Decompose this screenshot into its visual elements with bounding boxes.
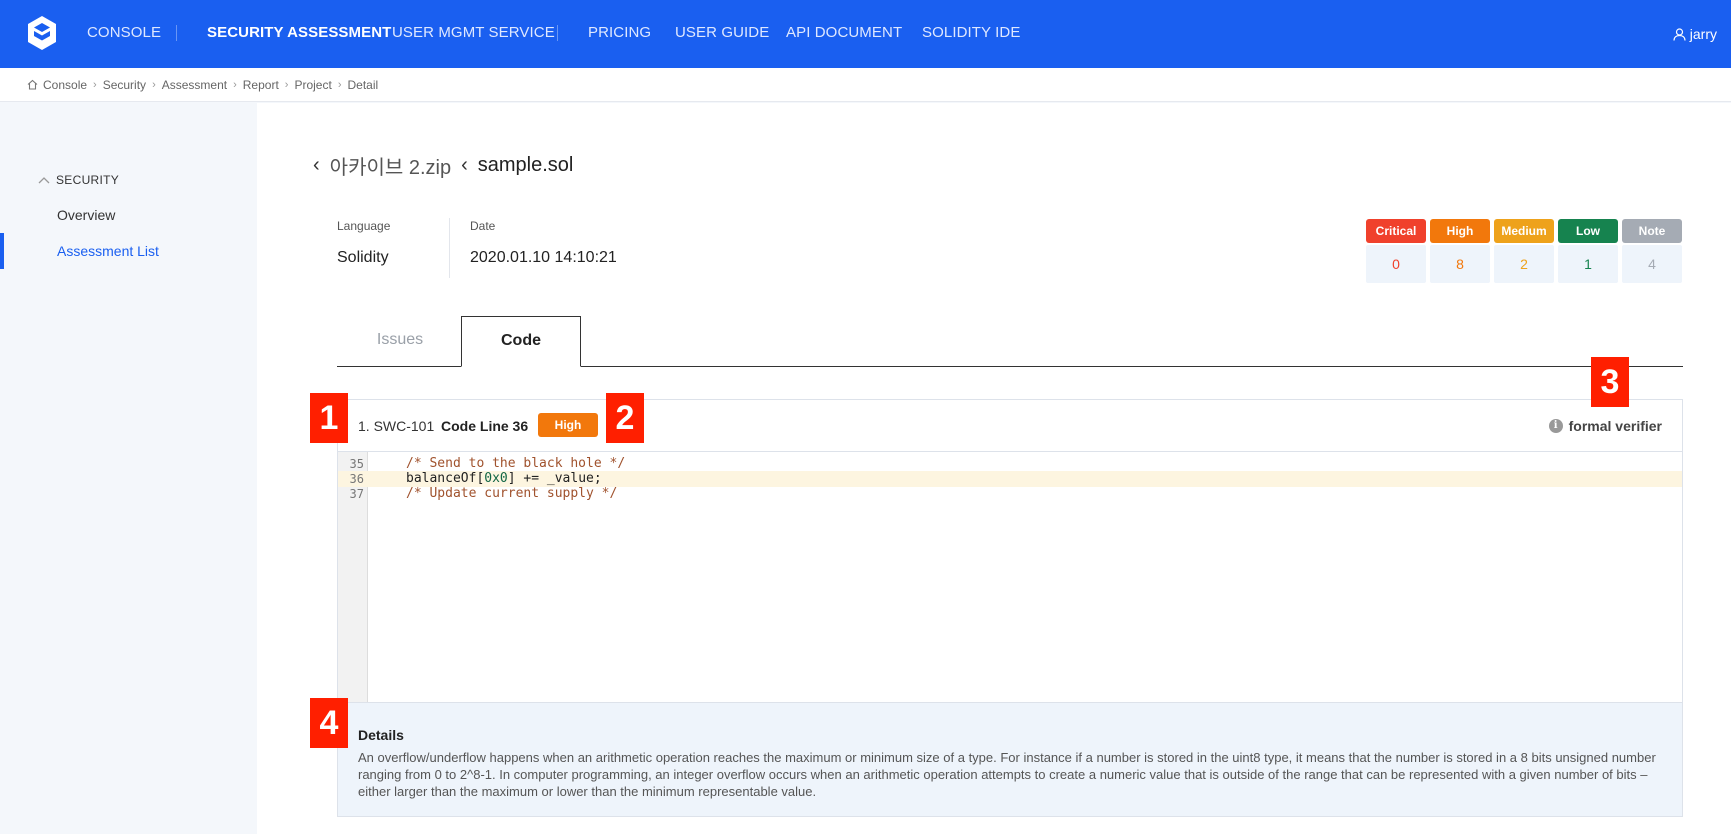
language-value: Solidity [337, 249, 389, 266]
language-label: Language [337, 219, 391, 233]
date-label: Date [470, 219, 496, 233]
title-parent-archive[interactable]: 아카이브 2.zip [330, 151, 451, 180]
sidebar-section-security[interactable]: SECURITY [38, 173, 119, 187]
nav-user-mgmt-service[interactable]: USER MGMT SERVICE [392, 0, 555, 68]
issue-id: 1. SWC-101 [358, 418, 435, 434]
line-number: 37 [349, 487, 364, 501]
nav-separator [176, 25, 177, 41]
severity-badge: High [538, 413, 598, 437]
user-menu[interactable]: jarry [1673, 0, 1717, 68]
title-file-name: sample.sol [477, 154, 574, 176]
sidebar-item-overview[interactable]: Overview [57, 207, 115, 223]
breadcrumb: Console › Security › Assessment › Report… [0, 68, 1731, 102]
breadcrumb-report[interactable]: Report [243, 78, 279, 92]
code-text: /* Send to the black hole */ [406, 456, 626, 471]
details-text: An overflow/underflow happens when an ar… [358, 750, 1656, 799]
severity-label: Note [1622, 219, 1682, 243]
meta-divider [449, 218, 450, 278]
code-line: 35 /* Send to the black hole */ [338, 456, 1682, 472]
code-token-number: 0x0 [484, 471, 508, 486]
nav-pricing[interactable]: PRICING [588, 0, 651, 68]
formal-verifier-label: formal verifier [1568, 418, 1662, 434]
code-line: 37 /* Update current supply */ [338, 486, 1682, 502]
severity-count: 1 [1558, 245, 1618, 283]
line-number: 36 [349, 472, 364, 486]
severity-label: Low [1558, 219, 1618, 243]
sidebar-active-indicator [0, 233, 4, 269]
severity-count: 2 [1494, 245, 1554, 283]
severity-count: 0 [1366, 245, 1426, 283]
date-value: 2020.01.10 14:10:21 [470, 249, 617, 266]
issue-code-line: Code Line 36 [441, 418, 529, 434]
annotation-marker-3: 3 [1591, 357, 1629, 407]
tab-issues[interactable]: Issues [337, 316, 463, 367]
line-number: 35 [349, 457, 364, 471]
chevron-right-icon: › [284, 78, 289, 91]
breadcrumb-console[interactable]: Console [43, 78, 87, 92]
nav-api-document[interactable]: API DOCUMENT [786, 0, 902, 68]
sidebar-item-assessment-list[interactable]: Assessment List [57, 243, 159, 259]
chevron-right-icon: › [233, 78, 237, 91]
code-viewer[interactable]: 35 /* Send to the black hole */ 36 balan… [338, 452, 1682, 702]
severity-critical: Critical 0 [1366, 219, 1426, 283]
user-name: jarry [1689, 26, 1717, 42]
annotation-marker-4: 4 [310, 698, 348, 748]
page-title: ‹ 아카이브 2.zip ‹ sample.sol [313, 151, 573, 180]
nav-security-assessment[interactable]: SECURITY ASSESSMENT [207, 0, 391, 68]
details-title: Details [358, 727, 404, 743]
nav-separator [557, 25, 558, 41]
breadcrumb-project[interactable]: Project [294, 78, 331, 92]
main-content: ‹ 아카이브 2.zip ‹ sample.sol Language Solid… [257, 103, 1731, 834]
breadcrumb-detail: Detail [347, 77, 379, 92]
logo-icon[interactable] [26, 15, 58, 51]
chevron-right-icon: › [93, 78, 97, 91]
code-line-highlighted: 36 balanceOf[0x0] += _value; [338, 471, 1682, 487]
back-chevron-icon[interactable]: ‹ [313, 154, 320, 177]
code-text: balanceOf[0x0] += _value; [406, 471, 602, 487]
severity-count: 8 [1430, 245, 1490, 283]
issue-header: 1. SWC-101 Code Line 36 High i formal ve… [338, 400, 1682, 452]
chevron-right-icon: › [152, 78, 156, 91]
severity-count: 4 [1622, 245, 1682, 283]
breadcrumb-security[interactable]: Security [103, 78, 146, 92]
details-section: Details An overflow/underflow happens wh… [338, 702, 1682, 816]
code-token: ] += _value; [507, 471, 602, 486]
severity-note: Note 4 [1622, 219, 1682, 283]
top-nav-bar: CONSOLE SECURITY ASSESSMENT USER MGMT SE… [0, 0, 1731, 68]
user-icon [1673, 27, 1686, 41]
info-icon: i [1548, 419, 1563, 433]
nav-solidity-ide[interactable]: SOLIDITY IDE [922, 0, 1020, 68]
severity-medium: Medium 2 [1494, 219, 1554, 283]
severity-low: Low 1 [1558, 219, 1618, 283]
sidebar: SECURITY Overview Assessment List [0, 103, 257, 834]
severity-label: Medium [1494, 219, 1554, 243]
severity-high: High 8 [1430, 219, 1490, 283]
annotation-marker-1: 1 [310, 393, 348, 443]
back-chevron-icon[interactable]: ‹ [461, 154, 468, 177]
chevron-right-icon: › [337, 78, 342, 91]
code-text: /* Update current supply */ [406, 486, 618, 501]
nav-console[interactable]: CONSOLE [87, 0, 161, 68]
sidebar-section-label: SECURITY [56, 173, 120, 187]
severity-label: High [1430, 219, 1490, 243]
code-token: balanceOf[ [406, 471, 485, 486]
annotation-marker-2: 2 [606, 393, 644, 443]
tab-code[interactable]: Code [461, 316, 581, 367]
breadcrumb-assessment[interactable]: Assessment [162, 78, 227, 92]
nav-user-guide[interactable]: USER GUIDE [675, 0, 769, 68]
issue-panel: 1. SWC-101 Code Line 36 High i formal ve… [337, 399, 1683, 817]
chevron-up-icon [38, 177, 50, 184]
home-icon[interactable] [27, 79, 38, 90]
formal-verifier[interactable]: i formal verifier [1548, 418, 1662, 434]
severity-label: Critical [1366, 219, 1426, 243]
